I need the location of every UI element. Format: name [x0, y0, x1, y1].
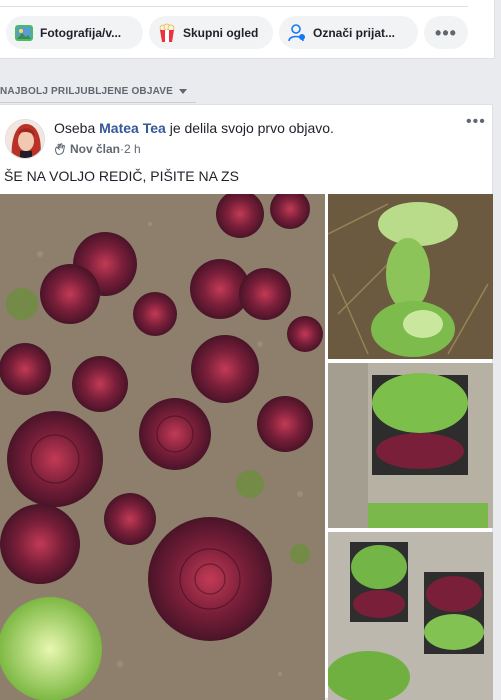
group-view-button[interactable]: Skupni ogled: [149, 16, 273, 49]
more-options-button[interactable]: •••: [424, 16, 468, 49]
tag-friends-icon: [288, 23, 305, 41]
more-icon: •••: [435, 22, 457, 43]
post-options-button[interactable]: •••: [466, 114, 486, 130]
photo-video-label: Fotografija/v...: [40, 25, 122, 40]
post-photo-radicchio-field[interactable]: [0, 194, 325, 700]
divider: [0, 6, 468, 7]
author-link[interactable]: Matea Tea: [99, 120, 166, 136]
photo-icon: [15, 24, 33, 41]
caret-down-icon: [179, 89, 188, 94]
post-card: Oseba Matea Tea je delila svojo prvo obj…: [0, 104, 493, 700]
post-text: ŠE NA VOLJO REDIČ, PIŠITE NA ZS: [4, 168, 239, 184]
post-meta: Nov član · 2 h: [54, 142, 141, 156]
composer-bar: Fotografija/v... Skupni ogled Označi pri…: [0, 0, 495, 59]
headline-suffix: je delila svojo prvo objavo.: [165, 120, 334, 136]
tag-friends-label: Označi prijat...: [313, 25, 396, 40]
post-timestamp[interactable]: 2 h: [124, 142, 141, 156]
waving-hand-icon: [55, 143, 65, 155]
post-photo-crates-2[interactable]: [328, 532, 493, 700]
post-photo-lettuce[interactable]: [328, 194, 493, 359]
more-icon: •••: [466, 113, 486, 130]
sort-dropdown[interactable]: NAJBOLJ PRILJUBLJENE OBJAVE: [0, 86, 188, 97]
popcorn-icon: [159, 23, 175, 42]
tag-friends-button[interactable]: Označi prijat...: [279, 16, 418, 49]
sort-label: NAJBOLJ PRILJUBLJENE OBJAVE: [0, 86, 174, 97]
avatar[interactable]: [5, 119, 45, 159]
headline-prefix: Oseba: [54, 120, 100, 136]
divider: [0, 102, 196, 103]
photo-video-button[interactable]: Fotografija/v...: [6, 16, 143, 49]
group-view-label: Skupni ogled: [183, 25, 259, 40]
post-photo-crates[interactable]: [328, 363, 493, 528]
new-member-badge[interactable]: Nov član: [70, 142, 120, 156]
post-headline: Oseba Matea Tea je delila svojo prvo obj…: [54, 120, 334, 136]
